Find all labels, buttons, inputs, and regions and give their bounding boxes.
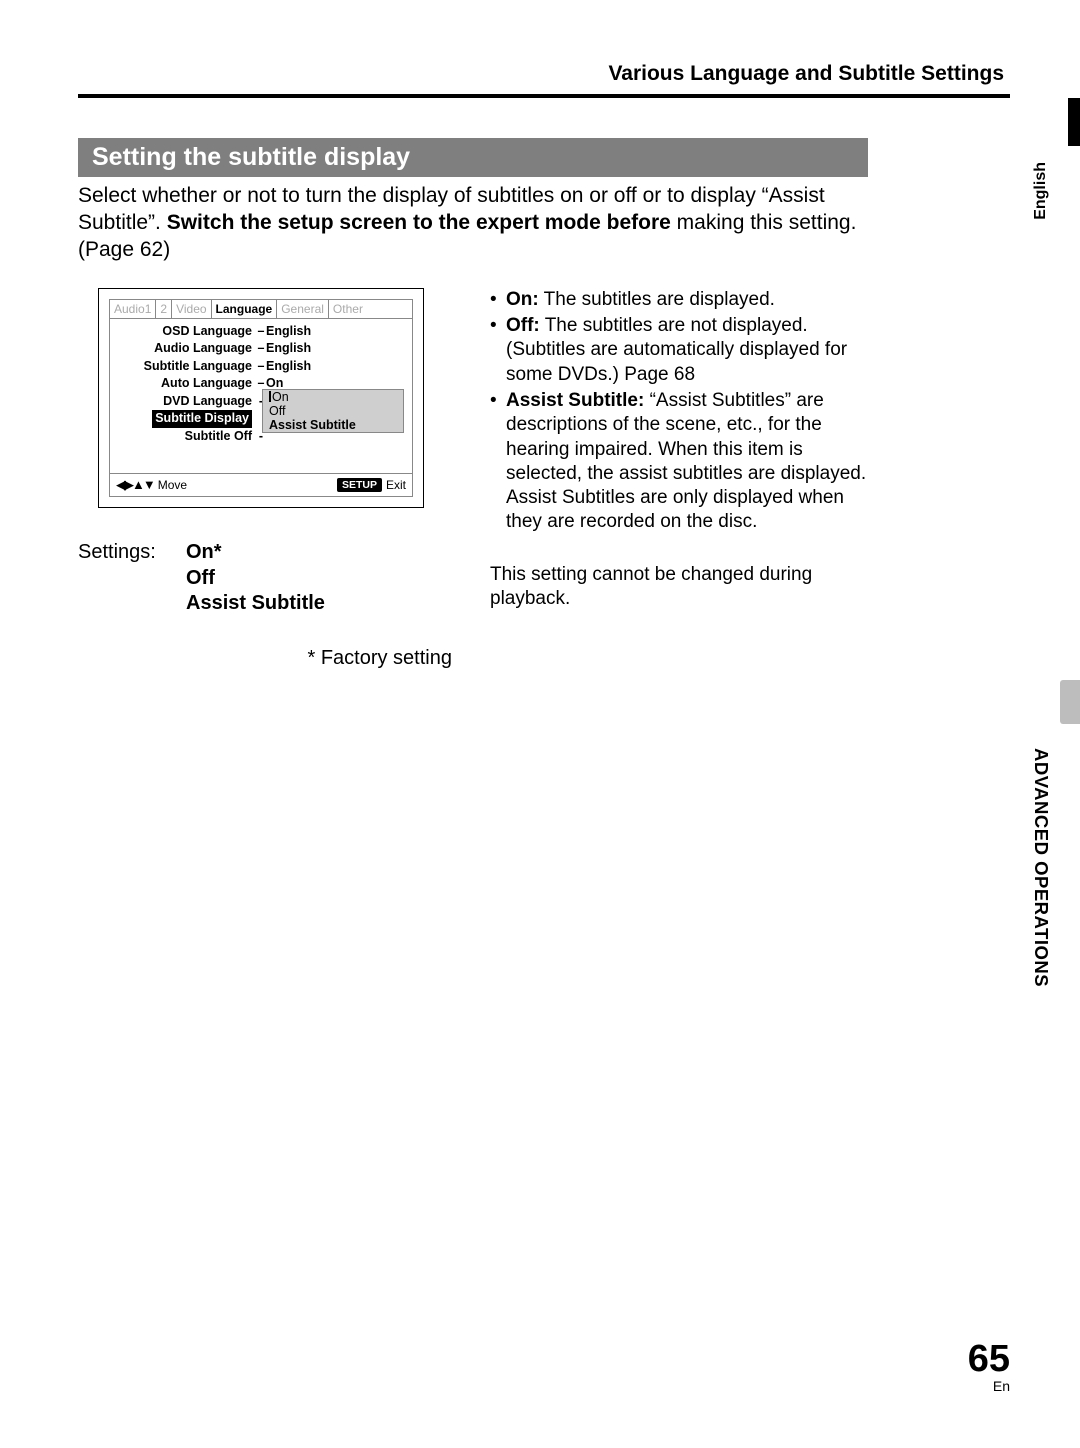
settings-option: Assist Subtitle [186, 592, 325, 614]
side-chapter-label: ADVANCED OPERATIONS [1030, 748, 1052, 987]
dash: – [256, 340, 266, 358]
page-lang-code: En [968, 1378, 1010, 1394]
osd-tab-language: Language [212, 300, 278, 318]
settings-option: Off [186, 567, 215, 589]
osd-row: OSD Language–English [110, 323, 412, 341]
left-column: Audio1 2 Video Language General Other OS… [78, 288, 456, 670]
popup-item: Off [263, 404, 403, 418]
edge-index-tab [1068, 98, 1080, 146]
osd-row-label: Subtitle Language [110, 358, 256, 376]
osd-row-value: English [266, 340, 412, 358]
osd-tab-general: General [277, 300, 329, 318]
two-column-layout: Audio1 2 Video Language General Other OS… [78, 288, 1010, 670]
list-item: Off: The subtitles are not displayed. (S… [490, 314, 878, 387]
osd-popup: On Off Assist Subtitle [262, 389, 404, 433]
dpad-icon: ◀▶▲▼ [116, 477, 154, 493]
popup-item: On [263, 390, 403, 404]
page-number-block: 65 En [968, 1340, 1010, 1394]
bullet-lead: Off: [506, 315, 540, 336]
divider [78, 94, 1010, 98]
osd-tab-video: Video [172, 300, 211, 318]
explanation-list: On: The subtitles are displayed. Off: Th… [490, 288, 878, 535]
osd-row-label: DVD Language [110, 393, 256, 411]
settings-options: On* Off Assist Subtitle [186, 540, 325, 617]
osd-exit-label: Exit [386, 478, 406, 492]
bullet-text: The subtitles are not displayed. (Subtit… [506, 315, 847, 385]
osd-row: Audio Language–English [110, 340, 412, 358]
settings-option: On* [186, 541, 222, 563]
list-item: Assist Subtitle: “Assist Subtitles” are … [490, 389, 878, 535]
manual-page: Various Language and Subtitle Settings E… [0, 0, 1080, 1448]
bullet-text: “Assist Subtitles” are descriptions of t… [506, 390, 866, 533]
osd-row-label: Audio Language [110, 340, 256, 358]
osd-row: Subtitle Language–English [110, 358, 412, 376]
page-number: 65 [968, 1340, 1010, 1378]
bullet-lead: On: [506, 289, 539, 310]
osd-row-label-box: Subtitle Display [152, 410, 252, 428]
osd-row-label: OSD Language [110, 323, 256, 341]
osd-tab-other: Other [329, 300, 367, 318]
dash: – [256, 358, 266, 376]
dash: – [256, 323, 266, 341]
osd-row-value: English [266, 358, 412, 376]
osd-row-label: Auto Language [110, 375, 256, 393]
bullet-text: The subtitles are displayed. [539, 289, 775, 310]
popup-item: Assist Subtitle [263, 418, 403, 432]
side-language-label: English [1032, 162, 1050, 220]
playback-note: This setting cannot be changed during pl… [490, 563, 878, 612]
intro-paragraph: Select whether or not to turn the displa… [78, 183, 870, 264]
osd-setup-pill: SETUP [337, 478, 382, 492]
osd-footer: ◀▶▲▼ Move SETUP Exit [110, 473, 412, 496]
cursor-icon [269, 391, 271, 402]
settings-list: Settings: On* Off Assist Subtitle [78, 540, 456, 617]
osd-screenshot: Audio1 2 Video Language General Other OS… [98, 288, 424, 509]
osd-row-label: Subtitle Off [110, 428, 256, 446]
topic-title: Setting the subtitle display [78, 138, 868, 177]
osd-row-value: English [266, 323, 412, 341]
right-column: On: The subtitles are displayed. Off: Th… [490, 288, 878, 670]
osd-tab-2: 2 [156, 300, 172, 318]
osd-tab-row: Audio1 2 Video Language General Other [110, 300, 412, 319]
osd-tab-audio1: Audio1 [110, 300, 156, 318]
osd-inner: Audio1 2 Video Language General Other OS… [109, 299, 413, 498]
osd-body: OSD Language–English Audio Language–Engl… [110, 319, 412, 497]
intro-text-bold: Switch the setup screen to the expert mo… [167, 211, 671, 234]
bullet-lead: Assist Subtitle: [506, 390, 644, 411]
osd-move-label: Move [158, 478, 187, 492]
factory-note: * Factory setting [78, 647, 456, 670]
list-item: On: The subtitles are displayed. [490, 288, 878, 312]
section-header: Various Language and Subtitle Settings [78, 62, 1010, 86]
edge-chapter-tab [1060, 680, 1080, 724]
settings-label: Settings: [78, 540, 186, 617]
popup-item-label: On [272, 390, 289, 404]
osd-row-label: Subtitle Display [110, 410, 256, 428]
